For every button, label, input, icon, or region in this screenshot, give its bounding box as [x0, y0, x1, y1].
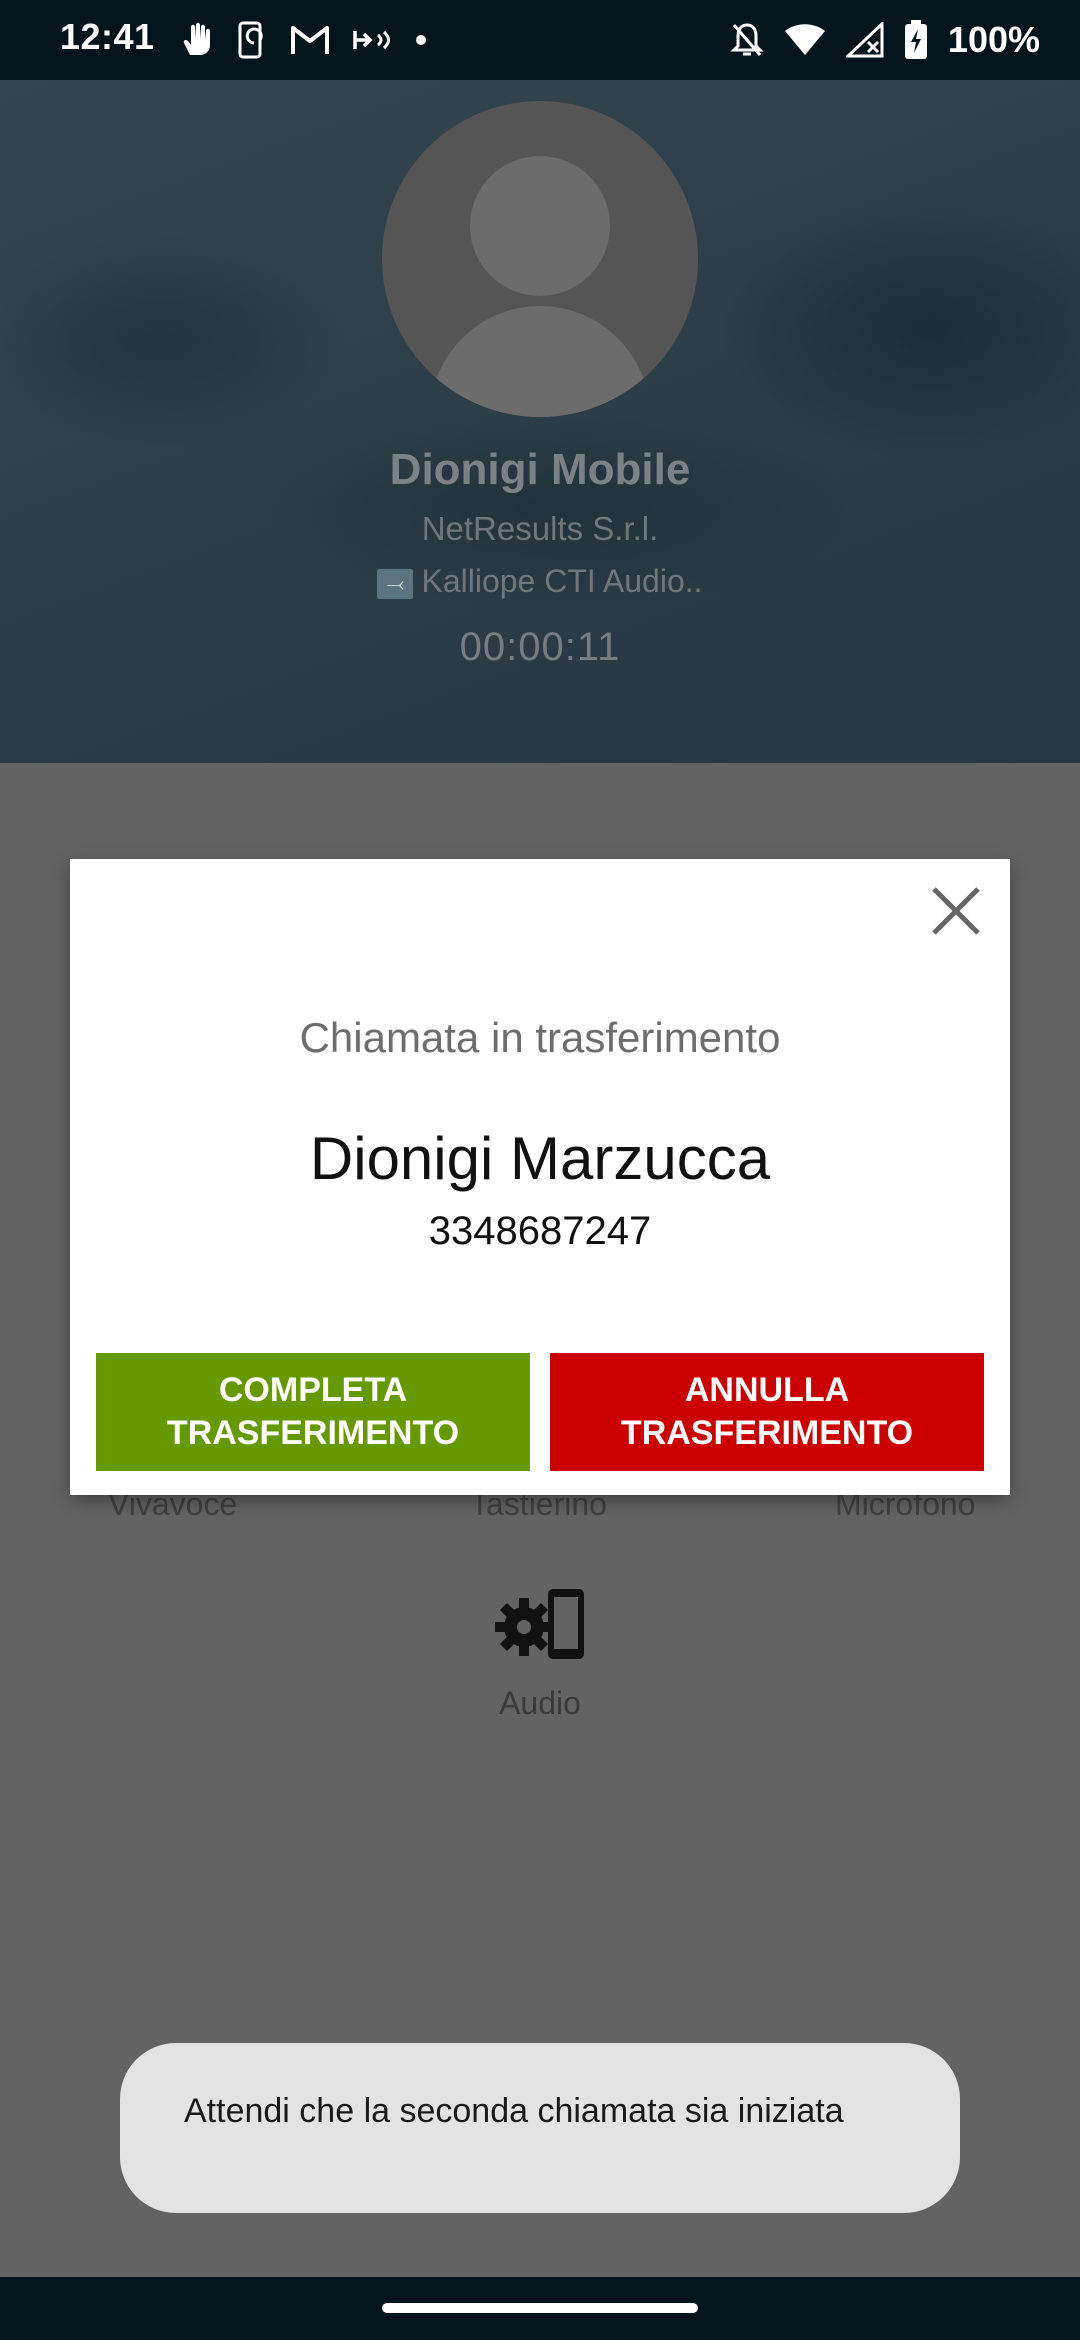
gmail-icon: [291, 26, 329, 54]
audio-label[interactable]: Audio: [0, 1685, 1080, 1722]
contact-avatar: [382, 101, 698, 417]
cancel-transfer-button[interactable]: ANNULLA TRASFERIMENTO: [550, 1353, 984, 1471]
dialog-title: Chiamata in trasferimento: [299, 1014, 781, 1061]
complete-transfer-label: COMPLETA TRASFERIMENTO: [166, 1371, 460, 1452]
dot-icon: [416, 35, 426, 45]
complete-transfer-button[interactable]: COMPLETA TRASFERIMENTO: [96, 1353, 530, 1471]
home-gesture-handle[interactable]: [382, 2303, 698, 2313]
transfer-dialog: Chiamata in trasferimento Dionigi Marzuc…: [70, 859, 1010, 1495]
call-timer: 00:00:11: [459, 625, 621, 669]
caller-name: Dionigi Mobile: [389, 445, 691, 494]
system-icons: 100%: [730, 14, 1040, 66]
battery-percent: 100%: [947, 19, 1040, 60]
audio-settings-icon[interactable]: [490, 1585, 590, 1665]
battery-charging-icon: [904, 20, 927, 59]
transfer-contact-name: Dionigi Marzucca: [309, 1125, 771, 1192]
status-bar: 12:41 100%: [0, 0, 1080, 80]
cancel-transfer-label: ANNULLA TRASFERIMENTO: [620, 1371, 914, 1452]
status-time: 12:41: [60, 16, 155, 57]
phone-sync-icon: [238, 21, 263, 59]
hand-icon: [183, 22, 210, 55]
link-icon: [353, 30, 390, 50]
line-label: Kalliope CTI Audio..: [421, 563, 703, 599]
caller-company: NetResults S.r.l.: [421, 510, 659, 547]
navigation-bar: [0, 2277, 1080, 2340]
close-icon[interactable]: [926, 881, 986, 941]
caller-line: ⤙ Kalliope CTI Audio..: [0, 563, 1080, 600]
signal-off-icon: [845, 22, 884, 58]
bell-off-icon: [730, 23, 764, 56]
call-header: Dionigi Mobile NetResults S.r.l. ⤙ Kallio…: [0, 80, 1080, 763]
notification-icons: [180, 18, 428, 62]
wifi-icon: [784, 24, 825, 55]
transfer-contact-number: 3348687247: [428, 1209, 652, 1253]
line-icon: ⤙: [377, 568, 414, 599]
toast-message: Attendi che la seconda chiamata sia iniz…: [120, 2043, 960, 2213]
